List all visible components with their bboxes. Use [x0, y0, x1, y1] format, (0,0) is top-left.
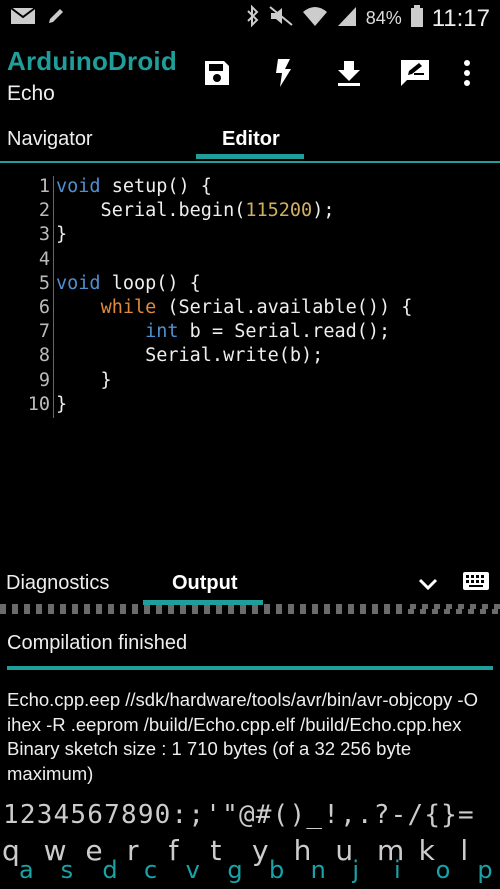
- key-main-label: k: [418, 834, 435, 867]
- code-token-kw3: int: [145, 321, 179, 343]
- app-bar: ArduinoDroid Echo: [0, 36, 500, 120]
- code-token: }: [56, 224, 68, 246]
- active-tab-indicator: [196, 154, 304, 159]
- overflow-menu-button[interactable]: [450, 56, 484, 90]
- key-alt-label: c: [144, 856, 158, 884]
- code-editor[interactable]: 1 void setup() { 2 Serial.begin(115200); 3}…: [0, 170, 500, 570]
- line-number: 8: [38, 345, 50, 367]
- line-number: 9: [38, 369, 50, 391]
- key-alt-label: s: [60, 856, 74, 884]
- key-alt-label: d: [102, 856, 118, 884]
- key-alt-label: p: [477, 856, 493, 884]
- key-main-label: t: [210, 834, 222, 867]
- collapse-panel-button[interactable]: [416, 574, 440, 599]
- save-icon: [205, 61, 229, 85]
- compile-button[interactable]: [267, 56, 301, 90]
- key-main-label: h: [293, 834, 312, 867]
- tabs-divider: [0, 161, 500, 163]
- key-alt-label: v: [185, 856, 200, 884]
- battery-percent: 84%: [365, 8, 402, 28]
- line-number: 5: [38, 272, 50, 294]
- pencil-icon: [46, 6, 66, 31]
- upload-button[interactable]: [332, 56, 366, 90]
- keyboard-letter-row: qawsedrcfvtgybhnujmikolp: [0, 834, 500, 889]
- code-token: b = Serial.read();: [178, 321, 391, 343]
- status-bar: 84% 11:17: [0, 0, 500, 36]
- output-divider: [7, 666, 493, 670]
- chevron-down-icon: [418, 578, 438, 591]
- key-main-label: r: [127, 834, 139, 867]
- signal-icon: [336, 4, 358, 33]
- key-alt-label: g: [227, 856, 243, 884]
- code-token-kw2: while: [100, 297, 157, 318]
- clock: 11:17: [431, 4, 490, 32]
- line-number: 2: [38, 200, 50, 222]
- code-token-num: 115200: [245, 200, 313, 222]
- code-token-kw3: void: [56, 176, 101, 197]
- code-token: Serial.begin(: [56, 200, 246, 222]
- code-line[interactable]: Serial.write(b);: [56, 345, 323, 366]
- line-number: 1: [38, 176, 50, 197]
- key-alt-label: b: [269, 856, 285, 884]
- mail-icon: [10, 6, 36, 31]
- tab-output[interactable]: Output: [172, 572, 238, 595]
- code-line[interactable]: }: [56, 224, 67, 245]
- code-token-kw3: void: [56, 272, 101, 294]
- line-number: 6: [38, 297, 50, 318]
- more-icon: [464, 60, 470, 86]
- download-icon: [338, 61, 360, 86]
- tab-diagnostics[interactable]: Diagnostics: [6, 572, 109, 595]
- line-number: 3: [38, 224, 50, 246]
- code-token: Serial.write(b);: [56, 345, 324, 367]
- key-alt-label: a: [19, 856, 34, 884]
- key-main-label: q: [2, 834, 20, 867]
- key-alt-label: j: [352, 856, 359, 884]
- keyboard-toggle-button[interactable]: [462, 570, 490, 599]
- code-token: }: [56, 393, 68, 415]
- line-number: 10: [27, 393, 50, 415]
- feedback-button[interactable]: [398, 56, 432, 90]
- code-token: );: [312, 200, 335, 222]
- wifi-icon: [302, 4, 328, 33]
- line-number: 4: [38, 248, 50, 270]
- bluetooth-icon: [246, 4, 260, 33]
- key-main-label: y: [252, 834, 269, 867]
- code-line[interactable]: }: [56, 370, 112, 391]
- code-line[interactable]: }: [56, 394, 67, 415]
- code-token: (Serial.available()) {: [156, 297, 413, 318]
- key-alt-label: o: [435, 856, 451, 884]
- key-main-label: e: [85, 834, 103, 867]
- key-alt-label: n: [310, 856, 326, 884]
- active-bottom-tab-indicator: [143, 600, 263, 605]
- code-line[interactable]: void loop() {: [56, 273, 201, 294]
- tab-navigator[interactable]: Navigator: [7, 128, 93, 151]
- code-token: setup() {: [100, 176, 212, 197]
- flash-icon: [276, 59, 291, 87]
- code-line[interactable]: int b = Serial.read();: [56, 321, 390, 342]
- code-line[interactable]: Serial.begin(115200);: [56, 200, 335, 222]
- code-line[interactable]: void setup() {: [56, 176, 212, 197]
- code-token: }: [56, 369, 112, 391]
- line-number: 7: [38, 321, 50, 343]
- tab-editor[interactable]: Editor: [222, 128, 280, 151]
- key-main-label: u: [335, 834, 354, 867]
- keyboard-icon: [463, 572, 489, 590]
- key-main-label: l: [460, 834, 469, 867]
- mute-icon: [268, 4, 294, 33]
- app-title: ArduinoDroid: [7, 46, 177, 76]
- compilation-status: Compilation finished: [7, 632, 188, 654]
- battery-icon: [410, 4, 424, 33]
- panel-resize-pattern: [404, 604, 500, 609]
- code-line[interactable]: while (Serial.available()) {: [56, 297, 413, 318]
- edit-icon: [401, 60, 429, 86]
- sketch-name: Echo: [7, 82, 55, 105]
- key-main-label: f: [168, 834, 179, 867]
- key-alt-label: i: [394, 856, 401, 884]
- code-token: loop() {: [100, 272, 201, 294]
- output-log: Echo.cpp.eep //sdk/hardware/tools/avr/bi…: [7, 689, 478, 784]
- save-button[interactable]: [200, 56, 234, 90]
- keyboard-symbol-row[interactable]: 1234567890:;'"@#()_!,.?-/{}=: [3, 800, 475, 830]
